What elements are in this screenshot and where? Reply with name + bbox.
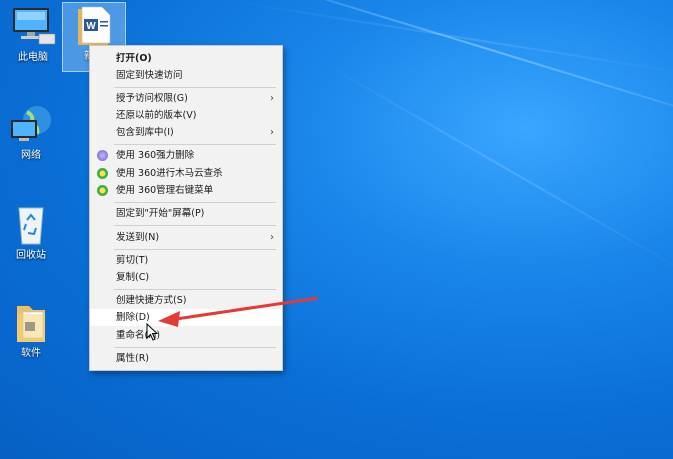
annotation-arrow <box>158 296 319 327</box>
mouse-cursor-icon <box>146 323 158 341</box>
desktop-background: 此电脑 W 新建 网络 <box>0 0 673 459</box>
